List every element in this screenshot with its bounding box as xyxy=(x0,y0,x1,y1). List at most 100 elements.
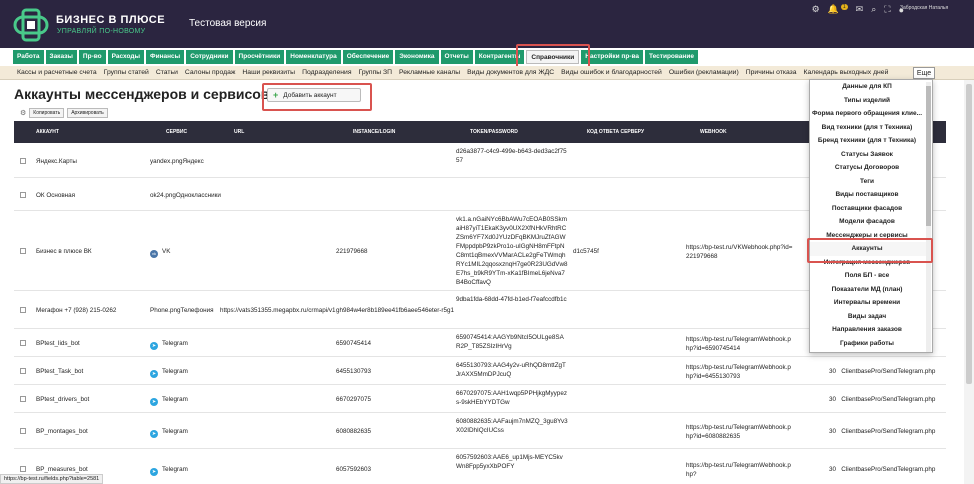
subnav-item-3[interactable]: Салоны продаж xyxy=(185,69,236,76)
row-checkbox[interactable] xyxy=(20,368,26,374)
row-checkbox[interactable] xyxy=(20,396,26,402)
dropdown-item-17[interactable]: Виды задач xyxy=(810,310,932,324)
token-cell: 6057592603:AAE6_up1Mjs-MEYC5kvWn8Fpp5yxX… xyxy=(456,454,563,470)
more-dropdown-menu: Данные для КП Типы изделий Форма первого о… xyxy=(809,79,933,353)
dropdown-item-18[interactable]: Направления заказов xyxy=(810,323,932,337)
dropdown-item-10[interactable]: Модели фасадов xyxy=(810,215,932,229)
column-header-4[interactable]: TOKEN/PASSWORD xyxy=(470,129,518,135)
subnav-item-1[interactable]: Группы статей xyxy=(104,69,149,76)
table-row[interactable]: Мегафон +7 (928) 215-0262 Phone.pngТелефо… xyxy=(14,291,946,329)
row-checkbox[interactable] xyxy=(20,157,26,164)
settings-icon[interactable]: ⚙ xyxy=(20,109,26,117)
subnav-item-7[interactable]: Рекламные каналы xyxy=(399,69,460,76)
module-tab-9[interactable]: Экономика xyxy=(395,50,439,64)
service-name: Telegram xyxy=(162,396,188,403)
column-header-3[interactable]: INSTANCE/LOGIN xyxy=(353,129,395,135)
subnav-item-5[interactable]: Подразделения xyxy=(302,69,351,76)
mail-icon[interactable]: ✉ xyxy=(856,4,864,15)
copy-button[interactable]: Копировать xyxy=(29,108,65,118)
dropdown-item-0[interactable]: Данные для КП xyxy=(810,80,932,94)
table-row[interactable]: BPtest_drivers_bot ➤ Telegram 6670297075 667… xyxy=(14,385,946,413)
account-name: Бизнес в плюсе ВК xyxy=(36,248,92,255)
module-tab-0[interactable]: Работа xyxy=(13,50,44,64)
module-tab-14[interactable]: Тестирование xyxy=(644,50,698,64)
module-tab-7[interactable]: Номенклатура xyxy=(286,50,341,64)
login-cell: 6455130793 xyxy=(336,368,372,375)
module-tab-13[interactable]: Настройки пр-ва xyxy=(581,50,643,64)
module-tab-8[interactable]: Обеспечение xyxy=(342,50,394,64)
table-row[interactable]: BPtest_Task_bot ➤ Telegram 6455130793 645513… xyxy=(14,357,946,385)
row-checkbox[interactable] xyxy=(20,191,26,198)
subnav-item-9[interactable]: Виды ошибок и благодарностей xyxy=(561,69,662,76)
top-bar: БИЗНЕС В ПЛЮСЕ УПРАВЛЯЙ ПО-НОВОМУ Тестов… xyxy=(0,0,974,48)
module-tab-10[interactable]: Отчеты xyxy=(440,50,473,64)
column-header-6[interactable]: WEBHOOK xyxy=(700,129,727,135)
dropdown-item-8[interactable]: Виды поставщиков xyxy=(810,188,932,202)
module-tab-3[interactable]: Расходы xyxy=(107,50,145,64)
vk-icon: vk xyxy=(150,250,158,258)
service-cell: yandex.pngЯндекс xyxy=(150,157,218,166)
search-icon[interactable]: ⌕ xyxy=(871,4,876,15)
service-cell: ➤ Telegram xyxy=(150,367,218,378)
module-tab-2[interactable]: Пр-во xyxy=(78,50,106,64)
token-cell: vk1.a.nGaiNYc6BbAWu7cEOAB0SSkmaiH87yiT1E… xyxy=(456,216,568,286)
row-checkbox[interactable] xyxy=(20,428,26,434)
dropdown-item-5[interactable]: Статусы Заявок xyxy=(810,148,932,162)
dropdown-item-6[interactable]: Статусы Договоров xyxy=(810,161,932,175)
column-header-1[interactable]: СЕРВИС xyxy=(166,129,187,135)
fullscreen-icon[interactable]: ⛶ xyxy=(884,4,890,15)
subnav-item-2[interactable]: Статьи xyxy=(156,69,178,76)
column-header-0[interactable]: АККАУНТ xyxy=(36,129,59,135)
module-tab-4[interactable]: Финансы xyxy=(146,50,185,64)
dropdown-scroll-thumb[interactable] xyxy=(926,86,931,226)
table-row[interactable]: BPtest_lids_bot ➤ Telegram 6590745414 659074… xyxy=(14,329,946,357)
module-tab-1[interactable]: Заказы xyxy=(45,50,77,64)
table-row[interactable]: ОК Основная ok24.pngОдноклассники xyxy=(14,178,946,211)
row-checkbox[interactable] xyxy=(20,248,26,254)
archive-button[interactable]: Архивировать xyxy=(67,108,108,118)
table-row[interactable]: BP_measures_bot ➤ Telegram 6057592603 605759… xyxy=(14,449,946,480)
login-cell: 6670297075 xyxy=(336,396,372,403)
dropdown-item-2[interactable]: Форма первого обращения клие... xyxy=(810,107,932,121)
column-header-5[interactable]: КОД ОТВЕТА СЕРВЕРУ xyxy=(587,129,644,135)
dropdown-item-3[interactable]: Вид техники (для т Техника) xyxy=(810,121,932,135)
user-name[interactable]: Забродская Наталья xyxy=(900,5,948,11)
dropdown-item-15[interactable]: Показатели МД (план) xyxy=(810,283,932,297)
login-cell: gh984w4er8b189ee41fb6aee546eter-r5g1 xyxy=(336,307,454,314)
dropdown-item-19[interactable]: Графики работы xyxy=(810,337,932,351)
gear-icon[interactable]: ⚙ xyxy=(812,4,820,15)
dropdown-item-4[interactable]: Бренд техники (для т Техника) xyxy=(810,134,932,148)
service-name: ok24.pngОдноклассники xyxy=(150,191,221,199)
version-label: Тестовая версия xyxy=(189,18,267,29)
subnav-item-6[interactable]: Группы ЗП xyxy=(359,69,393,76)
dropdown-item-14[interactable]: Поля БП - все xyxy=(810,269,932,283)
table-row[interactable]: BP_montages_bot ➤ Telegram 6080882635 608088… xyxy=(14,413,946,449)
dropdown-item-7[interactable]: Теги xyxy=(810,175,932,189)
subnav-item-0[interactable]: Кассы и расчетные счета xyxy=(17,69,97,76)
row-checkbox[interactable] xyxy=(20,340,26,346)
dropdown-item-16[interactable]: Интервалы времени xyxy=(810,296,932,310)
bell-icon[interactable]: 🔔 xyxy=(828,4,839,15)
logo-icon[interactable] xyxy=(13,8,49,42)
dropdown-item-1[interactable]: Типы изделий xyxy=(810,94,932,108)
token-cell: 6080882635:AAFaujm7nMZQ_3gu8Yv3X02IDhIQc… xyxy=(456,418,568,434)
service-name: yandex.pngЯндекс xyxy=(150,157,204,165)
subnav-item-11[interactable]: Причины отказа xyxy=(746,69,797,76)
login-cell: 6080882635 xyxy=(336,428,372,435)
subnav-item-8[interactable]: Виды документов для ЖДС xyxy=(467,69,554,76)
subnav-item-10[interactable]: Ошибки (рекламации) xyxy=(669,69,739,76)
page-scroll-thumb[interactable] xyxy=(966,84,972,384)
dropdown-item-9[interactable]: Поставщики фасадов xyxy=(810,202,932,216)
more-button[interactable]: Еще xyxy=(913,67,935,79)
column-header-2[interactable]: URL xyxy=(234,129,244,135)
row-checkbox[interactable] xyxy=(20,307,26,313)
row-checkbox[interactable] xyxy=(20,466,26,472)
extra-cell: 30 ClientbasePro/SendTelegram.php xyxy=(829,368,936,375)
subnav-item-12[interactable]: Календарь выходных дней xyxy=(804,69,889,76)
module-tab-5[interactable]: Сотрудники xyxy=(186,50,233,64)
table-row[interactable]: Яндекс.Карты yandex.pngЯндекс d26a3877-c4c… xyxy=(14,143,946,178)
subnav-item-4[interactable]: Наши реквизиты xyxy=(242,69,295,76)
module-tab-6[interactable]: Просчётники xyxy=(234,50,285,64)
service-name: Telegram xyxy=(162,428,188,435)
url-cell: https://vats351355.megapbx.ru/crmapi/v1 xyxy=(220,307,336,314)
